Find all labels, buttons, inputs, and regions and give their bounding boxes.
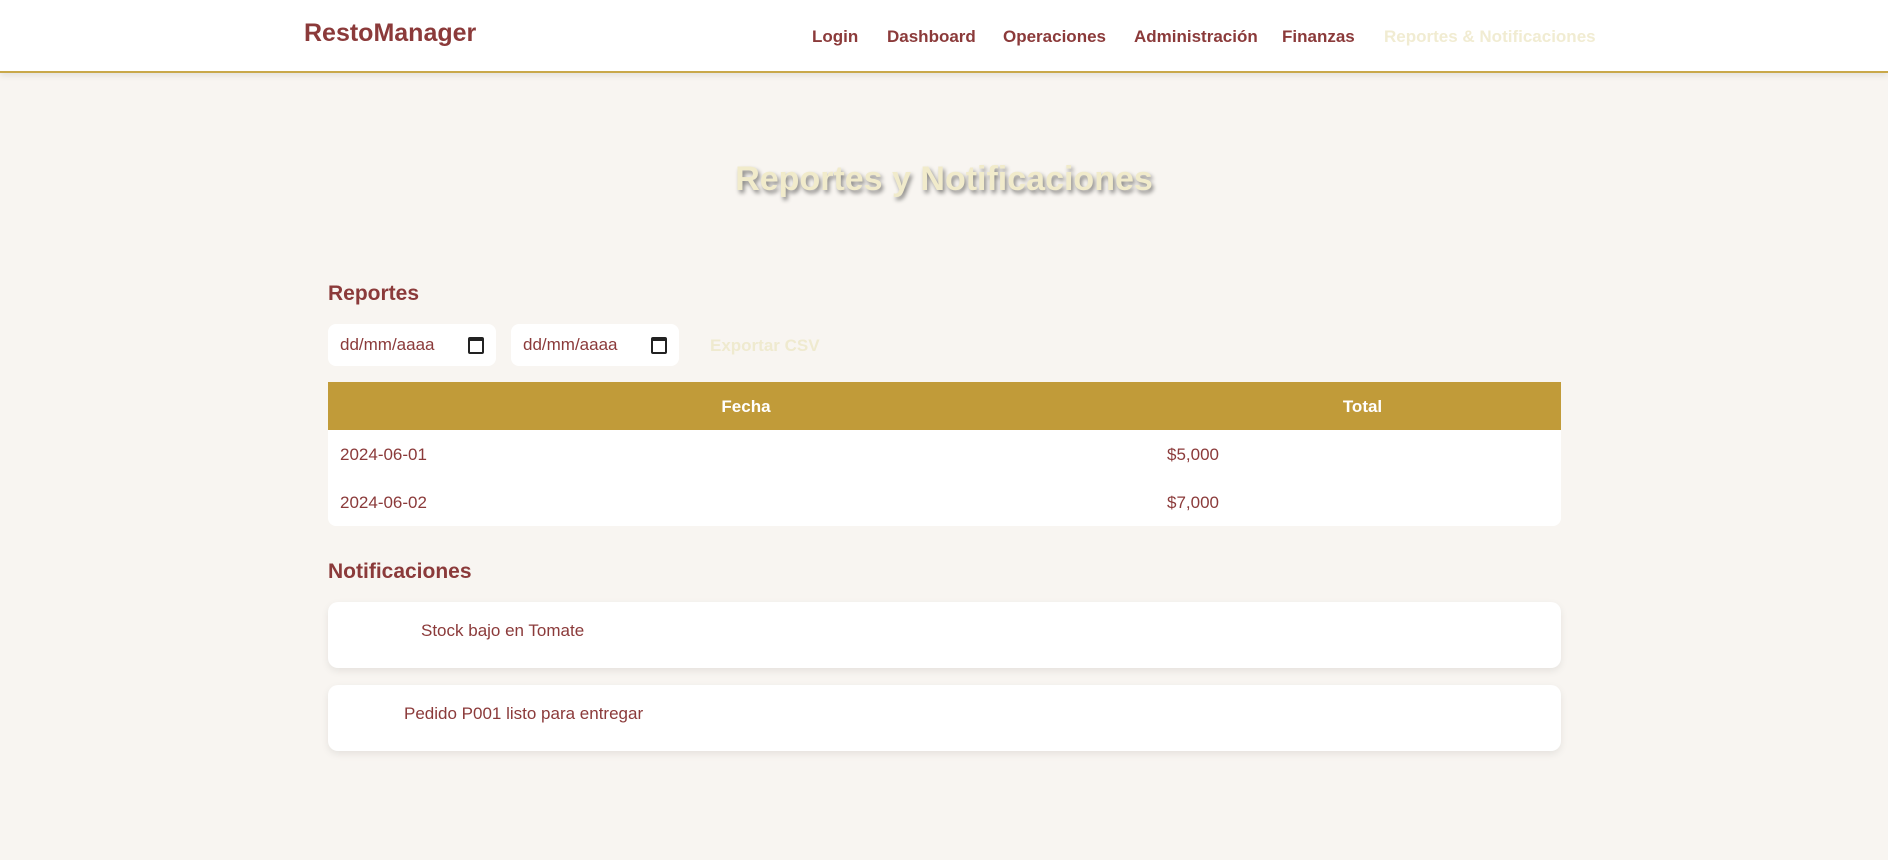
top-navbar: RestoManager Login Dashboard Operaciones… <box>0 0 1888 73</box>
nav-login[interactable]: Login <box>812 27 858 47</box>
date-from-input[interactable]: dd/mm/aaaa <box>328 324 496 366</box>
calendar-icon[interactable] <box>651 336 667 354</box>
reports-section-title: Reportes <box>328 282 420 305</box>
table-row: 2024-06-02 $7,000 <box>328 478 1561 526</box>
nav-operaciones[interactable]: Operaciones <box>1003 27 1106 47</box>
nav-dashboard[interactable]: Dashboard <box>887 27 976 47</box>
table-row: 2024-06-01 $5,000 <box>328 430 1561 478</box>
column-header-fecha: Fecha <box>721 397 771 416</box>
notification-text: Stock bajo en Tomate <box>421 621 585 640</box>
nav-administracion[interactable]: Administración <box>1134 27 1258 47</box>
date-from-placeholder: dd/mm/aaaa <box>340 335 435 354</box>
nav-finanzas[interactable]: Finanzas <box>1282 27 1355 47</box>
notification-card: Stock bajo en Tomate <box>328 602 1561 668</box>
table-header: Fecha Total <box>328 382 1561 430</box>
column-header-total: Total <box>1342 397 1383 416</box>
export-csv-button[interactable]: Exportar CSV <box>710 336 820 356</box>
main-nav: Login Dashboard Operaciones Administraci… <box>0 27 1888 47</box>
notification-card: Pedido P001 listo para entregar <box>328 685 1561 751</box>
cell-total: $5,000 <box>1167 445 1219 464</box>
cell-fecha: 2024-06-02 <box>340 493 427 512</box>
date-to-placeholder: dd/mm/aaaa <box>523 335 618 354</box>
cell-fecha: 2024-06-01 <box>340 445 427 464</box>
notifications-section-title: Notificaciones <box>328 560 472 583</box>
page-title: Reportes y Notificaciones <box>735 160 1153 198</box>
reports-table: Fecha Total 2024-06-01 $5,000 2024-06-02… <box>328 382 1561 526</box>
calendar-icon[interactable] <box>468 336 484 354</box>
notification-text: Pedido P001 listo para entregar <box>404 704 644 723</box>
cell-total: $7,000 <box>1167 493 1219 512</box>
date-to-input[interactable]: dd/mm/aaaa <box>511 324 679 366</box>
nav-reportes-notificaciones[interactable]: Reportes & Notificaciones <box>1384 27 1596 47</box>
